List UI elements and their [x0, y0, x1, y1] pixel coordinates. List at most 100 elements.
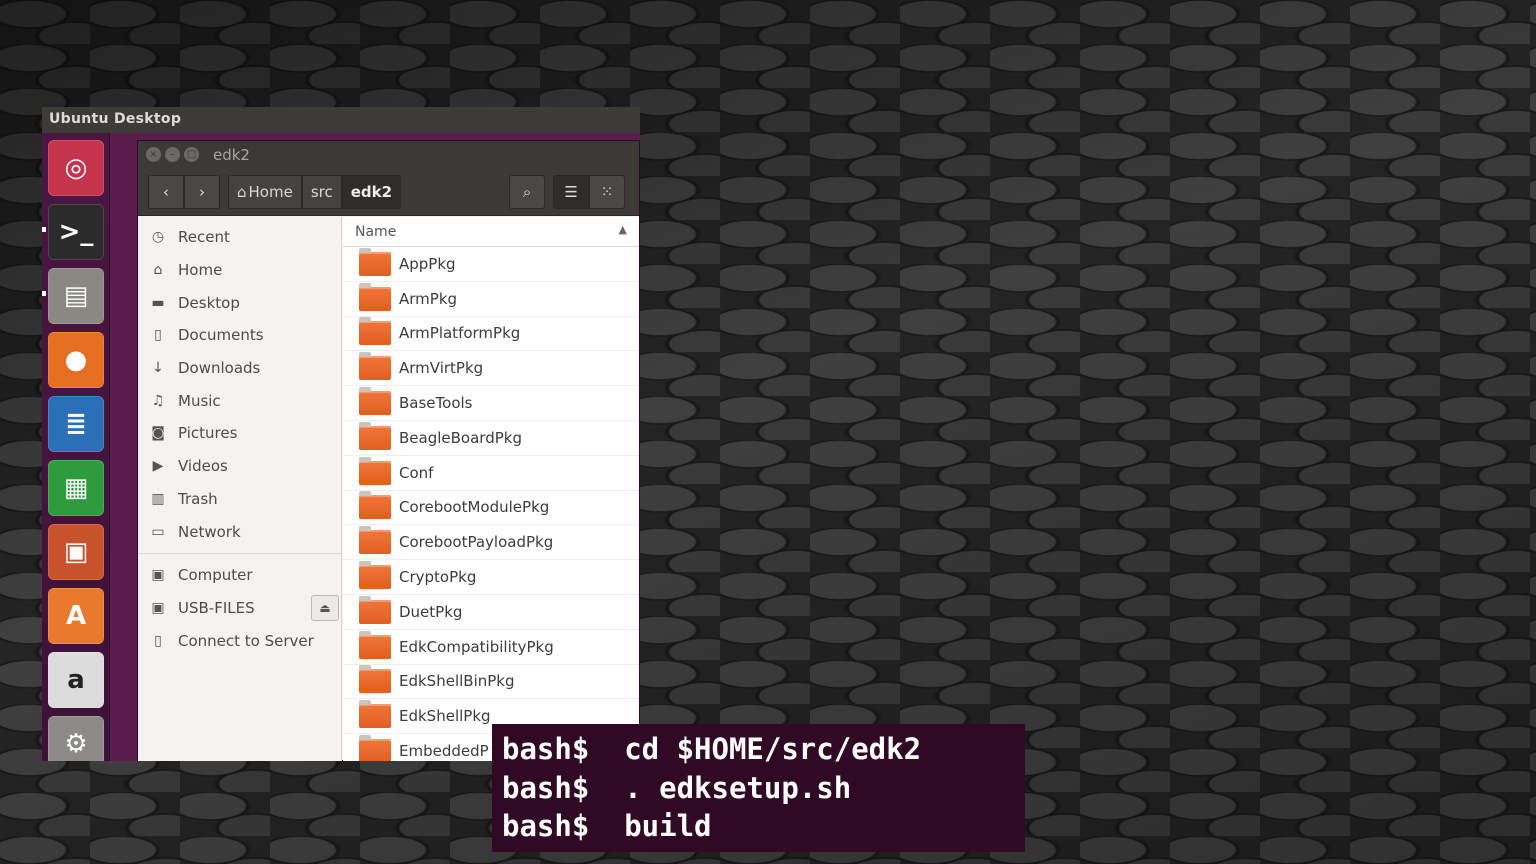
sidebar-item-recent[interactable]: ◷ Recent: [138, 221, 341, 254]
list-item[interactable]: BaseTools: [343, 386, 639, 421]
forward-button[interactable]: ›: [184, 174, 220, 209]
grid-view-icon: ⁙: [600, 182, 614, 201]
writer-icon[interactable]: ≣: [48, 396, 104, 452]
search-icon: ⌕: [522, 182, 532, 201]
sidebar-item-label: Music: [178, 391, 221, 410]
sidebar-item-label: Pictures: [178, 424, 238, 443]
folder-icon: [359, 665, 391, 694]
chevron-right-icon: ›: [199, 182, 205, 201]
music-icon: ♫: [151, 392, 165, 409]
list-item[interactable]: ArmPlatformPkg: [343, 317, 639, 352]
list-item[interactable]: ArmVirtPkg: [343, 351, 639, 387]
file-name: ArmVirtPkg: [399, 359, 484, 378]
home-icon: ⌂: [237, 182, 247, 201]
breadcrumb-home[interactable]: ⌂ Home: [228, 174, 302, 209]
folder-icon: [359, 387, 391, 416]
sidebar-item-label: Downloads: [178, 359, 261, 378]
sidebar-item-downloads[interactable]: ↓ Downloads: [138, 352, 341, 385]
list-item[interactable]: CryptoPkg: [343, 560, 639, 595]
folder-icon: [359, 526, 391, 555]
terminal-line: bash$ build: [502, 809, 712, 843]
folder-icon: [359, 282, 391, 311]
list-item[interactable]: CorebootPayloadPkg: [343, 525, 639, 561]
ubuntu-desktop-frame: Ubuntu Desktop ◎ >_ ▤ ● ≣ ▦ ▣ Aa ⚙ × – □ edk2 ‹ …: [42, 107, 640, 761]
sort-ascending-icon: ▲: [618, 223, 627, 236]
amazon-icon[interactable]: a: [48, 652, 104, 708]
name-column-header[interactable]: Name ▲: [343, 217, 639, 247]
sidebar-item-trash[interactable]: ▥ Trash: [138, 483, 341, 516]
folder-icon: [359, 317, 391, 346]
places-sidebar: ◷ Recent ⌂ Home ▬ Desktop ▯ Documents ↓ Downloads…: [138, 217, 342, 761]
folder-icon: [359, 421, 391, 450]
running-indicator: [42, 227, 46, 232]
sidebar-item-label: Home: [178, 261, 223, 280]
list-view-icon: ☰: [564, 182, 578, 201]
document-icon: ▯: [154, 327, 162, 344]
impress-icon[interactable]: ▣: [48, 524, 104, 580]
breadcrumb-src-label: src: [310, 182, 333, 201]
close-icon[interactable]: ×: [146, 147, 161, 162]
toolbar: ‹ › ⌂ Home src edk2 ⌕ ☰ ⁙: [138, 168, 639, 216]
back-button[interactable]: ‹: [148, 174, 184, 209]
window-titlebar: × – □ edk2: [138, 141, 639, 168]
download-icon: ↓: [152, 360, 164, 377]
sidebar-item-label: Network: [178, 522, 241, 541]
file-name: EmbeddedP: [399, 742, 489, 761]
sidebar-item-usb-files[interactable]: ▣ USB-FILES ⏏: [138, 592, 341, 625]
sidebar-item-documents[interactable]: ▯ Documents: [138, 319, 341, 352]
file-name: Conf: [399, 463, 434, 482]
maximize-icon[interactable]: □: [184, 147, 199, 162]
running-indicator: [42, 291, 46, 296]
sidebar-item-pictures[interactable]: ◙ Pictures: [138, 417, 341, 450]
folder-icon: [359, 700, 391, 729]
list-item[interactable]: Conf: [343, 456, 639, 491]
grid-view-button[interactable]: ⁙: [589, 174, 626, 209]
sidebar-item-music[interactable]: ♫ Music: [138, 384, 341, 417]
list-item[interactable]: EdkShellBinPkg: [343, 665, 639, 700]
list-item[interactable]: CorebootModulePkg: [343, 491, 639, 526]
folder-icon: [359, 595, 391, 624]
clock-icon: ◷: [151, 229, 165, 246]
file-name: AppPkg: [399, 254, 456, 273]
sidebar-divider: [138, 552, 341, 554]
file-name: CorebootPayloadPkg: [399, 533, 554, 552]
trash-icon: ▥: [151, 490, 165, 507]
list-item[interactable]: DuetPkg: [343, 595, 639, 630]
sidebar-item-computer[interactable]: ▣ Computer: [138, 559, 341, 592]
system-settings-icon[interactable]: ⚙: [48, 716, 104, 761]
sidebar-item-label: Recent: [178, 228, 230, 247]
sidebar-item-connect-to-server[interactable]: ▯ Connect to Server: [138, 624, 341, 657]
sidebar-item-label: Documents: [178, 326, 264, 345]
file-name: DuetPkg: [399, 602, 463, 621]
breadcrumb-src[interactable]: src: [301, 174, 342, 209]
list-item[interactable]: AppPkg: [343, 247, 639, 282]
network-icon: ▭: [151, 523, 165, 540]
sidebar-item-desktop[interactable]: ▬ Desktop: [138, 286, 341, 319]
calc-icon[interactable]: ▦: [48, 460, 104, 516]
sidebar-item-label: Computer: [178, 566, 253, 585]
breadcrumb-edk2[interactable]: edk2: [341, 174, 402, 209]
list-item[interactable]: EdkCompatibilityPkg: [343, 630, 639, 665]
list-item[interactable]: ArmPkg: [343, 282, 639, 317]
terminal-icon[interactable]: >_: [48, 204, 104, 260]
folder-icon: [359, 491, 391, 520]
eject-icon[interactable]: ⏏: [311, 594, 339, 621]
sidebar-item-label: Connect to Server: [178, 631, 314, 650]
sidebar-item-network[interactable]: ▭ Network: [138, 515, 341, 548]
breadcrumb-edk2-label: edk2: [350, 182, 393, 201]
sidebar-item-home[interactable]: ⌂ Home: [138, 254, 341, 287]
minimize-icon[interactable]: –: [165, 147, 180, 162]
file-name: EdkCompatibilityPkg: [399, 637, 554, 656]
name-column-label: Name: [355, 223, 397, 240]
search-button[interactable]: ⌕: [509, 174, 546, 209]
ubuntu-dash-icon[interactable]: ◎: [48, 140, 104, 196]
software-center-icon[interactable]: A: [48, 588, 104, 644]
files-icon[interactable]: ▤: [48, 268, 104, 324]
sidebar-item-label: Videos: [178, 457, 228, 476]
folder-icon: [359, 735, 391, 761]
list-item[interactable]: BeagleBoardPkg: [343, 421, 639, 456]
list-view-button[interactable]: ☰: [553, 174, 590, 209]
file-name: BaseTools: [399, 394, 473, 413]
sidebar-item-videos[interactable]: ▶ Videos: [138, 450, 341, 483]
firefox-icon[interactable]: ●: [48, 332, 104, 388]
